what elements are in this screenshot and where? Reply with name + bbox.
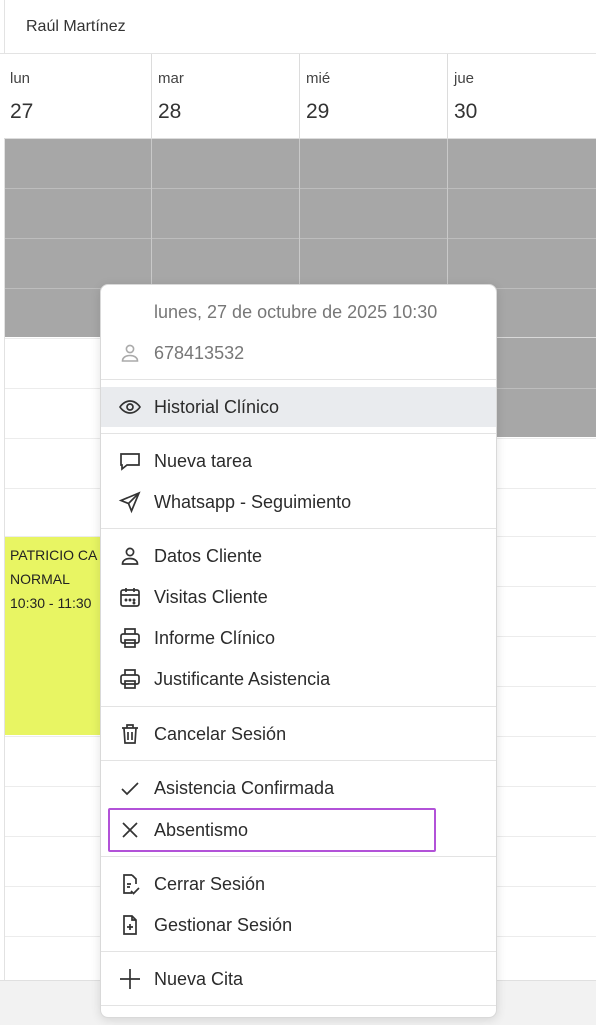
menu-item-label: Cancelar Sesión	[154, 723, 287, 744]
day-name: jue	[454, 70, 475, 87]
menu-item-nueva-cita[interactable]: Nueva Cita	[101, 959, 496, 999]
menu-item-label: Historial Clínico	[154, 396, 280, 417]
professional-name[interactable]: Raúl Martínez	[26, 18, 126, 36]
send-icon	[117, 490, 143, 514]
day-name: lun	[10, 70, 31, 87]
menu-divider	[101, 1005, 496, 1006]
phone-row: 678413532	[101, 333, 496, 373]
menu-item-asistencia-confirmada[interactable]: Asistencia Confirmada	[101, 768, 496, 808]
appointment-card[interactable]: PATRICIO CA NORMAL 10:30 - 11:30	[5, 537, 105, 735]
plus-icon	[117, 967, 143, 991]
menu-item-whatsapp-seguimiento[interactable]: Whatsapp - Seguimiento	[101, 482, 496, 522]
document-check-icon	[117, 872, 143, 896]
menu-item-label: Visitas Cliente	[154, 586, 268, 607]
calendar-header: Raúl Martínez	[0, 0, 596, 54]
menu-item-justificante-asistencia[interactable]: Justificante Asistencia	[101, 659, 496, 699]
selection-highlight	[108, 808, 436, 852]
menu-item-informe-clinico[interactable]: Informe Clínico	[101, 618, 496, 658]
day-header-thu[interactable]: jue 30	[448, 54, 596, 139]
day-header-mon[interactable]: lun 27	[4, 54, 152, 139]
chat-bubble-icon	[117, 449, 143, 473]
menu-item-label: Whatsapp - Seguimiento	[154, 491, 352, 512]
menu-divider	[101, 528, 496, 529]
phone-number: 678413532	[154, 342, 245, 363]
menu-item-label: Nueva Cita	[154, 968, 244, 989]
appointment-patient: PATRICIO CA	[10, 547, 98, 563]
menu-item-nueva-tarea[interactable]: Nueva tarea	[101, 441, 496, 481]
menu-divider	[101, 856, 496, 857]
menu-item-label: Cerrar Sesión	[154, 873, 266, 894]
check-icon	[117, 776, 143, 800]
menu-item-label: Informe Clínico	[154, 627, 276, 648]
menu-divider	[101, 760, 496, 761]
menu-item-label: Asistencia Confirmada	[154, 777, 335, 798]
appointment-datetime: lunes, 27 de octubre de 2025 10:30	[154, 302, 438, 322]
menu-item-cerrar-sesion[interactable]: Cerrar Sesión	[101, 864, 496, 904]
menu-item-label: Nueva tarea	[154, 450, 253, 471]
document-plus-icon	[117, 913, 143, 937]
slot-divider	[4, 188, 596, 189]
menu-item-label: Datos Cliente	[154, 545, 263, 566]
day-number: 27	[10, 100, 34, 123]
menu-divider	[101, 951, 496, 952]
header-left-border	[4, 0, 5, 54]
day-header-wed[interactable]: mié 29	[300, 54, 448, 139]
day-number: 28	[158, 100, 182, 123]
slot-divider	[4, 238, 596, 239]
calendar-icon	[117, 585, 143, 609]
trash-icon	[117, 722, 143, 746]
menu-item-historial-clinico[interactable]: Historial Clínico	[101, 387, 496, 427]
menu-item-cancelar-sesion[interactable]: Cancelar Sesión	[101, 714, 496, 754]
printer-icon	[117, 667, 143, 691]
day-name: mar	[158, 70, 184, 87]
menu-item-label: Justificante Asistencia	[154, 668, 331, 689]
menu-item-gestionar-sesion[interactable]: Gestionar Sesión	[101, 905, 496, 945]
day-name: mié	[306, 70, 331, 87]
menu-divider	[101, 433, 496, 434]
eye-icon	[117, 395, 143, 419]
day-header-tue[interactable]: mar 28	[152, 54, 300, 139]
person-icon	[117, 341, 143, 365]
menu-item-label: Gestionar Sesión	[154, 914, 293, 935]
menu-item-visitas-cliente[interactable]: Visitas Cliente	[101, 577, 496, 617]
context-menu: lunes, 27 de octubre de 2025 10:30 67841…	[100, 284, 497, 1018]
appointment-type: NORMAL	[10, 571, 70, 587]
menu-divider	[101, 706, 496, 707]
day-number: 29	[306, 100, 330, 123]
day-number: 30	[454, 100, 478, 123]
menu-divider	[101, 379, 496, 380]
appointment-time: 10:30 - 11:30	[10, 595, 92, 611]
person-icon	[117, 544, 143, 568]
printer-icon	[117, 626, 143, 650]
menu-item-datos-cliente[interactable]: Datos Cliente	[101, 536, 496, 576]
